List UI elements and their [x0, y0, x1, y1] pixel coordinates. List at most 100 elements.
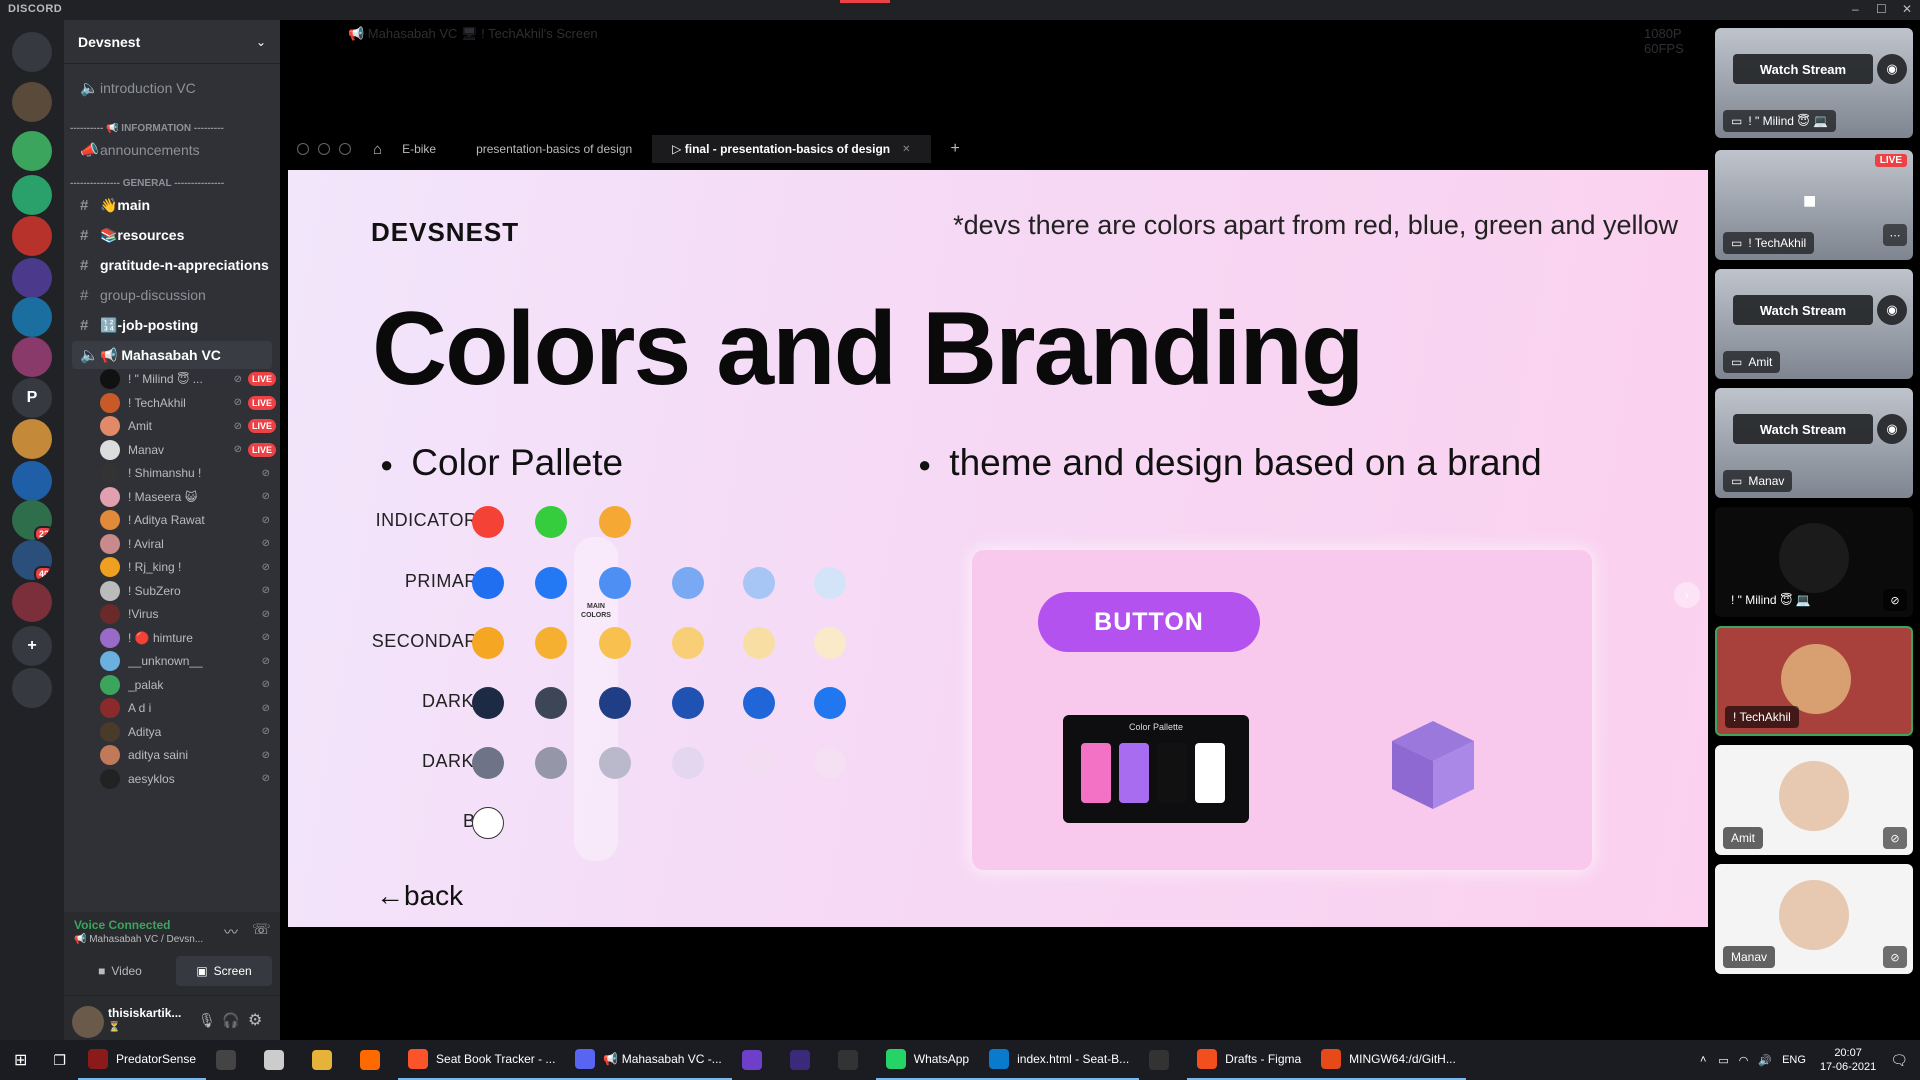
- close-button[interactable]: ✕: [1902, 2, 1912, 16]
- server-icon[interactable]: 22: [12, 500, 52, 540]
- battery-icon[interactable]: ▭: [1718, 1054, 1728, 1067]
- screen-share-button[interactable]: ▣ Screen: [176, 956, 272, 986]
- more-icon[interactable]: ⋯: [1883, 224, 1907, 246]
- server-icon[interactable]: 40: [12, 540, 52, 580]
- watch-stream-button[interactable]: Watch Stream: [1733, 54, 1873, 84]
- channel-resources[interactable]: # 📚resources: [72, 221, 272, 249]
- channel-job-posting[interactable]: # 🔢-job-posting: [72, 311, 272, 339]
- category-information[interactable]: ---------- 📢 INFORMATION ---------: [70, 123, 274, 134]
- participant-tile[interactable]: Amit ⊘: [1715, 745, 1913, 855]
- video-button[interactable]: ■ Video: [72, 956, 168, 986]
- wifi-icon[interactable]: ◠: [1739, 1054, 1749, 1067]
- server-icon[interactable]: P: [12, 378, 52, 418]
- clock[interactable]: 20:07 17-06-2021: [1820, 1046, 1876, 1074]
- avatar[interactable]: [72, 1006, 104, 1038]
- eye-plus-icon[interactable]: ◉: [1877, 295, 1907, 325]
- minimize-button[interactable]: –: [1852, 2, 1859, 16]
- server-icon[interactable]: [12, 461, 52, 501]
- participant-tile[interactable]: Manav ⊘: [1715, 864, 1913, 974]
- voice-user[interactable]: aesyklos ⊘: [100, 766, 276, 792]
- taskbar-app[interactable]: [732, 1040, 780, 1080]
- noise-suppression-icon[interactable]: 〰: [224, 922, 238, 942]
- taskbar-app[interactable]: [780, 1040, 828, 1080]
- channel-announcements[interactable]: 📣 announcements: [72, 136, 272, 164]
- taskbar-app[interactable]: [302, 1040, 350, 1080]
- voice-user[interactable]: ! SubZero ⊘: [100, 578, 276, 604]
- server-icon[interactable]: [12, 258, 52, 298]
- home-icon[interactable]: ⌂: [373, 141, 382, 158]
- windows-start-icon[interactable]: ⊞: [0, 1040, 41, 1080]
- voice-location[interactable]: 📢 Mahasabah VC / Devsn...: [74, 934, 203, 945]
- close-tab-icon[interactable]: ✕: [902, 144, 910, 155]
- voice-user[interactable]: Aditya ⊘: [100, 719, 276, 745]
- notifications-icon[interactable]: 🗨: [1890, 1052, 1908, 1069]
- voice-user[interactable]: ! Maseera 😺 ⊘: [100, 484, 276, 510]
- gear-icon[interactable]: ⚙: [248, 1010, 262, 1030]
- taskbar-app[interactable]: index.html - Seat-B...: [979, 1040, 1140, 1080]
- channel-gratitude[interactable]: # gratitude-n-appreciations: [72, 251, 272, 279]
- back-link[interactable]: ←back: [376, 880, 463, 912]
- voice-user[interactable]: ! Shimanshu ! ⊘: [100, 460, 276, 486]
- participant-tile[interactable]: LIVE ■ ⋯ ▭! TechAkhil: [1715, 150, 1913, 260]
- taskbar-app[interactable]: WhatsApp: [875, 1040, 980, 1080]
- add-server-icon[interactable]: +: [12, 626, 52, 666]
- tab-final-presentation[interactable]: ▷ final - presentation-basics of design ✕: [652, 135, 931, 163]
- participant-tile[interactable]: Watch Stream ◉ ▭! " Milind 😇 💻: [1715, 28, 1913, 138]
- voice-user[interactable]: ! Rj_king ! ⊘: [100, 554, 276, 580]
- language-indicator[interactable]: ENG: [1782, 1054, 1806, 1066]
- guild-header[interactable]: Devsnest ⌄: [64, 20, 280, 64]
- tab-e-bike[interactable]: E-bike: [382, 135, 456, 163]
- mute-icon[interactable]: 🎙: [198, 1012, 216, 1029]
- voice-user[interactable]: Manav ⊘ LIVE: [100, 437, 276, 463]
- maximize-button[interactable]: ☐: [1876, 2, 1887, 16]
- voice-user[interactable]: __unknown__ ⊘: [100, 648, 276, 674]
- voice-user[interactable]: !Virus ⊘: [100, 601, 276, 627]
- watch-stream-button[interactable]: Watch Stream: [1733, 295, 1873, 325]
- taskbar-app[interactable]: [350, 1040, 398, 1080]
- channel-group-discussion[interactable]: # group-discussion: [72, 281, 272, 309]
- task-view-icon[interactable]: ❐: [41, 1040, 78, 1080]
- channel-main[interactable]: # 👋main: [72, 191, 272, 219]
- participant-tile[interactable]: ! TechAkhil: [1715, 626, 1913, 736]
- participant-tile[interactable]: ! " Milind 😇 💻 ⊘: [1715, 507, 1913, 617]
- taskbar-app[interactable]: Drafts - Figma: [1187, 1040, 1312, 1080]
- disconnect-icon[interactable]: ☏: [252, 920, 271, 938]
- voice-user[interactable]: Amit ⊘ LIVE: [100, 413, 276, 439]
- eye-plus-icon[interactable]: ◉: [1877, 54, 1907, 84]
- server-icon[interactable]: [12, 82, 52, 122]
- taskbar-app[interactable]: MINGW64:/d/GitH...: [1311, 1040, 1466, 1080]
- taskbar-app[interactable]: 📢 Mahasabah VC -...: [565, 1040, 732, 1080]
- voice-user[interactable]: ! Aditya Rawat ⊘: [100, 507, 276, 533]
- new-tab-button[interactable]: +: [931, 135, 980, 163]
- eye-plus-icon[interactable]: ◉: [1877, 414, 1907, 444]
- server-icon[interactable]: [12, 337, 52, 377]
- taskbar-app[interactable]: Seat Book Tracker - ...: [398, 1040, 566, 1080]
- taskbar-app[interactable]: PredatorSense: [77, 1040, 207, 1080]
- tab-presentation-basics[interactable]: presentation-basics of design: [456, 135, 652, 163]
- voice-user[interactable]: _palak ⊘: [100, 672, 276, 698]
- participant-tile[interactable]: Watch Stream ◉ ▭ Amit: [1715, 269, 1913, 379]
- participant-tile[interactable]: Watch Stream ◉ ▭ Manav: [1715, 388, 1913, 498]
- server-icon[interactable]: [12, 419, 52, 459]
- voice-user[interactable]: ! " Milind 😇 ... ⊘ LIVE: [100, 366, 276, 392]
- voice-user[interactable]: A d i ⊘: [100, 695, 276, 721]
- server-icon[interactable]: [12, 297, 52, 337]
- taskbar-app[interactable]: [206, 1040, 254, 1080]
- voice-user[interactable]: aditya saini ⊘: [100, 742, 276, 768]
- server-icon[interactable]: [12, 131, 52, 171]
- volume-icon[interactable]: 🔊: [1758, 1054, 1772, 1067]
- server-icon[interactable]: [12, 175, 52, 215]
- voice-user[interactable]: ! TechAkhil ⊘ LIVE: [100, 390, 276, 416]
- channel-mahasabah-vc[interactable]: 🔈 📢 Mahasabah VC: [72, 341, 272, 369]
- voice-user[interactable]: ! Aviral ⊘: [100, 531, 276, 557]
- server-icon[interactable]: [12, 216, 52, 256]
- watch-stream-button[interactable]: Watch Stream: [1733, 414, 1873, 444]
- taskbar-app[interactable]: [828, 1040, 876, 1080]
- category-general[interactable]: --------------- GENERAL ---------------: [70, 178, 274, 189]
- voice-user[interactable]: ! 🔴 himture ⊘: [100, 625, 276, 651]
- discord-home-icon[interactable]: [12, 32, 52, 72]
- headphones-icon[interactable]: 🎧: [222, 1012, 239, 1029]
- taskbar-app[interactable]: [254, 1040, 302, 1080]
- server-icon[interactable]: [12, 668, 52, 708]
- next-slide-icon[interactable]: ›: [1674, 582, 1700, 608]
